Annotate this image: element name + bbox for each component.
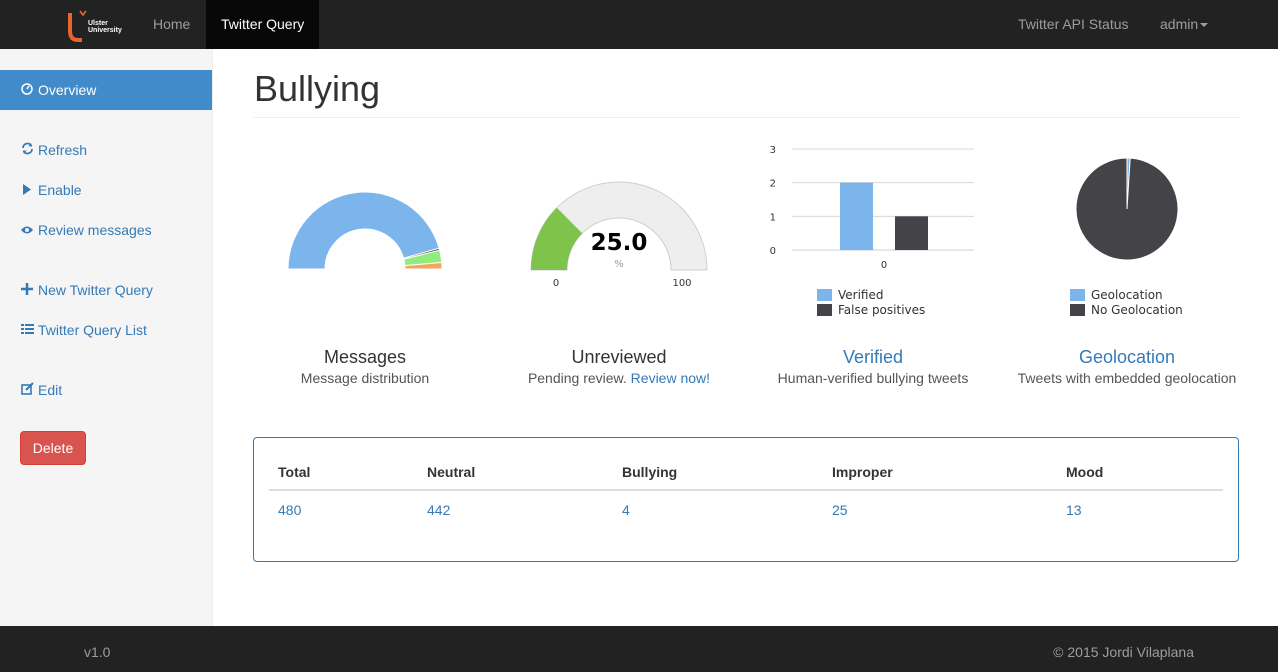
- verified-subtitle: Human-verified bullying tweets: [777, 370, 969, 386]
- y-tick-label: 0: [770, 246, 776, 257]
- gauge-min-label: 0: [553, 278, 559, 289]
- stats-header-total: Total: [278, 464, 311, 480]
- stats-value-total[interactable]: 480: [278, 502, 301, 518]
- page-title: Bullying: [254, 68, 381, 109]
- sidebar-item-enable[interactable]: Enable: [0, 170, 212, 210]
- sidebar-item-label: Overview: [38, 82, 97, 98]
- unreviewed-title: Unreviewed: [571, 347, 667, 367]
- brand-line2: University: [88, 27, 122, 34]
- unreviewed-widget: 25.0% 0 100 Unreviewed Pending review. Rev…: [494, 138, 744, 393]
- legend-label: No Geolocation: [1091, 303, 1183, 317]
- unreviewed-gauge: 25.0% 0 100: [530, 181, 708, 289]
- legend-swatch: [817, 289, 832, 301]
- bar-false-positives: [895, 216, 928, 250]
- sidebar-item-query-list[interactable]: Twitter Query List: [0, 310, 212, 350]
- sidebar-item-refresh[interactable]: Refresh: [0, 130, 212, 170]
- sidebar: Overview Refresh Enable Review messages …: [0, 49, 213, 626]
- footer: v1.0 © 2015 Jordi Vilaplana: [0, 626, 1278, 672]
- eye-icon: [20, 210, 34, 250]
- sidebar-item-overview[interactable]: Overview: [0, 70, 212, 110]
- bar-verified: [840, 182, 873, 250]
- nav-api-status[interactable]: Twitter API Status: [1003, 0, 1144, 49]
- footer-version: v1.0: [84, 644, 111, 660]
- y-tick-label: 3: [770, 145, 776, 156]
- pie-slice-no-geolocation: [1075, 157, 1179, 261]
- messages-title: Messages: [323, 347, 407, 367]
- y-tick-label: 1: [770, 212, 776, 223]
- messages-chart: [287, 191, 443, 270]
- legend-swatch: [1070, 289, 1085, 301]
- verified-bar-chart: 0 1 2 3 0 VerifiedFalse positives: [770, 145, 974, 317]
- stats-header-mood: Mood: [1066, 464, 1104, 480]
- sidebar-item-label: Review messages: [38, 222, 152, 238]
- legend-swatch: [817, 304, 832, 316]
- brand-line1: Ulster: [88, 20, 108, 27]
- unreviewed-subtitle-text: Pending review.: [527, 370, 627, 386]
- review-now-link[interactable]: Review now!: [631, 370, 710, 386]
- messages-subtitle: Message distribution: [300, 370, 430, 386]
- title-divider: [254, 117, 1239, 118]
- sidebar-item-review[interactable]: Review messages: [0, 210, 212, 250]
- geolocation-subtitle: Tweets with embedded geolocation: [1017, 370, 1237, 386]
- verified-widget: 0 1 2 3 0 Verified False positives Verified Hu…: [748, 138, 998, 393]
- plus-icon: [20, 270, 34, 310]
- nav-home[interactable]: Home: [138, 0, 205, 49]
- sidebar-item-label: New Twitter Query: [38, 282, 153, 298]
- stats-value-bullying[interactable]: 4: [622, 502, 630, 518]
- sidebar-item-label: Edit: [38, 382, 63, 398]
- geolocation-title[interactable]: Geolocation: [1002, 347, 1252, 368]
- legend-label: False positives: [838, 303, 925, 317]
- legend-swatch: [1070, 304, 1085, 316]
- nav-twitter-query[interactable]: Twitter Query: [206, 0, 320, 49]
- verified-title[interactable]: Verified: [748, 347, 998, 368]
- sidebar-item-label: Twitter Query List: [38, 322, 147, 338]
- unreviewed-subtitle: Pending review. Review now!: [494, 370, 744, 386]
- ulster-logo[interactable]: Ulster University: [66, 9, 130, 43]
- sidebar-item-edit[interactable]: Edit: [0, 370, 212, 410]
- legend-label: Verified: [838, 288, 884, 302]
- user-name: admin: [1160, 16, 1199, 32]
- stats-header-row: Total Neutral Bullying Improper Mood: [269, 456, 1223, 491]
- geolocation-pie-chart: GeolocationNo Geolocation: [1070, 157, 1183, 317]
- top-navbar: Ulster University Home Twitter Query Twi…: [0, 0, 1278, 49]
- x-tick-label: 0: [881, 260, 887, 271]
- edit-icon: [20, 370, 34, 410]
- play-icon: [20, 170, 34, 210]
- stats-header-improper: Improper: [832, 464, 893, 480]
- stats-value-mood[interactable]: 13: [1066, 502, 1082, 518]
- sidebar-item-label: Enable: [38, 182, 82, 198]
- list-icon: [20, 310, 34, 350]
- gauge-value: 25.0: [591, 230, 648, 256]
- caret-down-icon: [1200, 23, 1209, 28]
- gauge-max-label: 100: [672, 278, 691, 289]
- messages-widget: Messages Message distribution: [240, 138, 490, 393]
- sidebar-item-new-query[interactable]: New Twitter Query: [0, 270, 212, 310]
- stats-header-neutral: Neutral: [427, 464, 476, 480]
- sidebar-item-label: Refresh: [38, 142, 88, 158]
- stats-header-bullying: Bullying: [622, 464, 678, 480]
- stats-value-improper[interactable]: 25: [832, 502, 848, 518]
- user-menu[interactable]: admin: [1145, 0, 1223, 49]
- gauge-unit: %: [614, 259, 624, 270]
- y-tick-label: 2: [770, 179, 776, 190]
- ulster-u-icon: [68, 10, 87, 42]
- stats-panel: Total Neutral Bullying Improper Mood 480…: [253, 437, 1239, 562]
- dashboard-icon: [20, 70, 34, 110]
- geolocation-widget: Geolocation No Geolocation Geolocation Tw…: [1002, 138, 1252, 393]
- footer-copyright: © 2015 Jordi Vilaplana: [1053, 644, 1194, 660]
- refresh-icon: [20, 130, 34, 170]
- legend-label: Geolocation: [1091, 288, 1163, 302]
- stats-value-neutral[interactable]: 442: [427, 502, 450, 518]
- delete-button[interactable]: Delete: [20, 431, 86, 465]
